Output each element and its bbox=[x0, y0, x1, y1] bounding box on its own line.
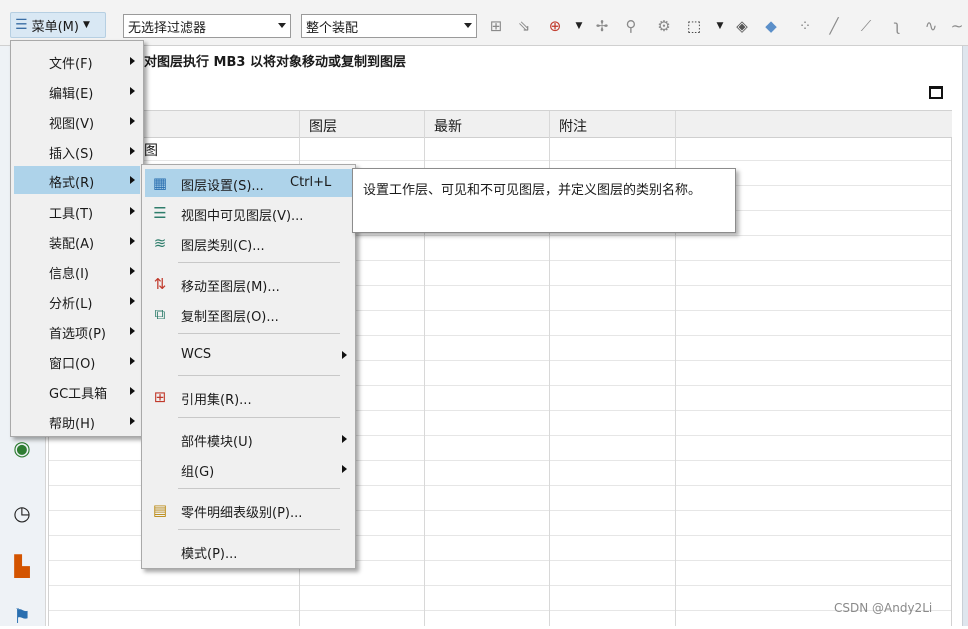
submenu-arrow-icon bbox=[130, 207, 135, 215]
column-header-layer[interactable]: 图层 bbox=[309, 116, 337, 136]
palette-icon[interactable]: ▙ bbox=[9, 553, 35, 579]
menu-item-preferences[interactable]: 首选项(P) bbox=[14, 317, 140, 345]
menu-item-reference-set[interactable]: ⊞ 引用集(R)... bbox=[145, 383, 352, 411]
menu-item-insert[interactable]: 插入(S) bbox=[14, 137, 140, 165]
menu-item-edit[interactable]: 编辑(E) bbox=[14, 77, 140, 105]
menu-item-part-module[interactable]: 部件模块(U) bbox=[145, 425, 352, 453]
chevron-down-icon bbox=[278, 23, 286, 28]
submenu-arrow-icon bbox=[130, 297, 135, 305]
table-row-text: 图 bbox=[144, 143, 158, 159]
menu-separator bbox=[178, 488, 340, 489]
tooltip: 设置工作层、可见和不可见图层，并定义图层的类别名称。 bbox=[352, 168, 736, 233]
main-menu-dropdown: 文件(F) 编辑(E) 视图(V) 插入(S) 格式(R) 工具(T) 装配(A… bbox=[10, 40, 144, 437]
selection-filter-value: 无选择过滤器 bbox=[128, 20, 207, 36]
menu-item-info[interactable]: 信息(I) bbox=[14, 257, 140, 285]
menu-item-visible-layers[interactable]: ☰ 视图中可见图层(V)... bbox=[145, 199, 352, 227]
right-scroll-edge[interactable] bbox=[962, 46, 968, 626]
menu-item-layer-settings[interactable]: ▦ 图层设置(S)... Ctrl+L bbox=[145, 169, 352, 197]
menu-item-help[interactable]: 帮助(H) bbox=[14, 407, 140, 435]
menu-item-gc-toolbox[interactable]: GC工具箱 bbox=[14, 377, 140, 405]
chevron-down-icon bbox=[464, 23, 472, 28]
menu-item-view[interactable]: 视图(V) bbox=[14, 107, 140, 135]
menu-item-copy-to-layer[interactable]: ⧉ 复制至图层(O)... bbox=[145, 300, 352, 328]
gear-select-icon[interactable]: ⚙ bbox=[655, 17, 673, 35]
assembly-scope-value: 整个装配 bbox=[306, 20, 359, 36]
menu-item-assembly[interactable]: 装配(A) bbox=[14, 227, 140, 255]
box-select-icon[interactable]: ⬚ bbox=[685, 17, 703, 35]
menu-item-analysis[interactable]: 分析(L) bbox=[14, 287, 140, 315]
submenu-arrow-icon bbox=[130, 267, 135, 275]
globe-icon[interactable]: ◉ bbox=[9, 435, 35, 461]
menu-item-pattern[interactable]: 模式(P)... bbox=[145, 537, 352, 565]
submenu-arrow-icon bbox=[130, 147, 135, 155]
assembly-scope-dropdown[interactable]: 整个装配 bbox=[301, 14, 477, 38]
column-header-latest[interactable]: 最新 bbox=[434, 116, 462, 136]
menu-separator bbox=[178, 262, 340, 263]
maximize-icon[interactable] bbox=[929, 86, 943, 99]
submenu-arrow-icon bbox=[130, 357, 135, 365]
status-message: 层，对图层执行 MB3 以将对象移动或复制到图层 bbox=[118, 55, 406, 70]
clock-icon[interactable]: ◷ bbox=[9, 500, 35, 526]
menu-separator bbox=[178, 529, 340, 530]
select-point-icon[interactable]: ⊕ bbox=[546, 17, 564, 35]
menu-separator bbox=[178, 333, 340, 334]
submenu-arrow-icon bbox=[342, 351, 347, 359]
spline-icon[interactable]: ∼ bbox=[948, 17, 966, 35]
submenu-arrow-icon bbox=[130, 87, 135, 95]
menu-separator bbox=[178, 417, 340, 418]
menu-item-file[interactable]: 文件(F) bbox=[14, 47, 140, 75]
menu-item-group[interactable]: 组(G) bbox=[145, 455, 352, 483]
reference-set-icon: ⊞ bbox=[153, 388, 167, 406]
submenu-arrow-icon bbox=[130, 327, 135, 335]
submenu-arrow-icon bbox=[130, 237, 135, 245]
filter-icon[interactable]: ⇘ bbox=[515, 17, 533, 35]
watermark: CSDN @Andy2Li bbox=[834, 601, 933, 615]
menu-item-move-to-layer[interactable]: ⇅ 移动至图层(M)... bbox=[145, 270, 352, 298]
submenu-arrow-icon bbox=[130, 417, 135, 425]
submenu-arrow-icon bbox=[130, 176, 135, 184]
format-submenu: ▦ 图层设置(S)... Ctrl+L ☰ 视图中可见图层(V)... ≋ 图层… bbox=[141, 164, 356, 569]
selection-filter-dropdown[interactable]: 无选择过滤器 bbox=[123, 14, 291, 38]
menu-separator bbox=[178, 375, 340, 376]
shortcut-label: Ctrl+L bbox=[290, 175, 332, 190]
layer-settings-icon: ▦ bbox=[152, 174, 168, 192]
solid-icon[interactable]: ◈ bbox=[733, 17, 751, 35]
line-icon[interactable]: ╱ bbox=[825, 17, 843, 35]
chevron-down-icon[interactable]: ▼ bbox=[711, 17, 729, 35]
menu-item-tools[interactable]: 工具(T) bbox=[14, 197, 140, 225]
menu-button-label: 菜单(M) bbox=[31, 19, 79, 35]
submenu-arrow-icon bbox=[342, 465, 347, 473]
menu-item-format[interactable]: 格式(R) bbox=[14, 166, 140, 194]
cube-icon[interactable]: ◆ bbox=[762, 17, 780, 35]
pin-icon[interactable]: ⚲ bbox=[622, 17, 640, 35]
submenu-arrow-icon bbox=[130, 117, 135, 125]
copy-to-layer-icon: ⧉ bbox=[154, 305, 166, 323]
layer-table-header bbox=[48, 111, 952, 138]
menu-item-layer-category[interactable]: ≋ 图层类别(C)... bbox=[145, 229, 352, 257]
snap-icon[interactable]: ⊞ bbox=[487, 17, 505, 35]
submenu-arrow-icon bbox=[130, 57, 135, 65]
wave-icon[interactable]: ∿ bbox=[922, 17, 940, 35]
menu-item-parts-list-levels[interactable]: ▤ 零件明细表级别(P)... bbox=[145, 496, 352, 524]
menu-item-window[interactable]: 窗口(O) bbox=[14, 347, 140, 375]
visible-layers-icon: ☰ bbox=[153, 204, 167, 222]
menu-button[interactable]: ☰ 菜单(M) ▼ bbox=[10, 12, 106, 38]
menu-icon: ☰ bbox=[15, 17, 28, 33]
chevron-down-icon[interactable]: ▼ bbox=[570, 17, 588, 35]
points-icon[interactable]: ⁘ bbox=[796, 17, 814, 35]
move-to-layer-icon: ⇅ bbox=[153, 275, 167, 293]
submenu-arrow-icon bbox=[130, 387, 135, 395]
menu-item-wcs[interactable]: WCS bbox=[145, 341, 352, 369]
move-icon[interactable]: ✢ bbox=[593, 17, 611, 35]
parts-list-icon: ▤ bbox=[152, 501, 168, 519]
layer-category-icon: ≋ bbox=[153, 234, 167, 252]
chevron-down-icon: ▼ bbox=[82, 20, 90, 30]
roles-icon[interactable]: ⚑ bbox=[9, 603, 35, 629]
line2-icon[interactable]: ⟋ bbox=[857, 17, 875, 35]
column-header-notes[interactable]: 附注 bbox=[559, 116, 587, 136]
curve-icon[interactable]: ʅ bbox=[888, 17, 906, 35]
submenu-arrow-icon bbox=[342, 435, 347, 443]
